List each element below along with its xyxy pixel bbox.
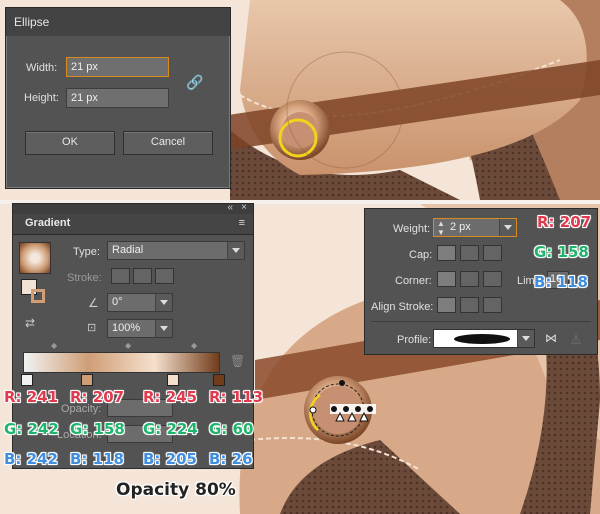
gradient-tab-label: Gradient <box>25 217 71 229</box>
stop1-r-label: R: 241 <box>4 388 59 407</box>
midpoint-icon[interactable]: ◆ <box>51 341 57 350</box>
close-panel-icon[interactable]: × <box>241 202 247 213</box>
flip-along-icon[interactable]: ⋈ <box>545 331 557 345</box>
projecting-cap-button[interactable] <box>483 245 502 261</box>
stop4-g-label: G: 60 <box>209 420 254 439</box>
width-label: Width: <box>26 62 58 74</box>
weight-value: 2 px <box>450 221 471 233</box>
gradient-swatch-thumbnail[interactable] <box>19 242 51 274</box>
delete-stop-icon[interactable]: 🗑 <box>230 354 245 368</box>
ellipse-dialog: Ellipse Width: Height: 🔗 OK Cancel <box>5 7 231 189</box>
midpoint-icon[interactable]: ◆ <box>125 341 131 350</box>
stop3-r-label: R: 245 <box>143 388 198 407</box>
stop2-r-label: R: 207 <box>70 388 125 407</box>
midpoint-icon[interactable]: ◆ <box>191 341 197 350</box>
round-join-button[interactable] <box>460 271 479 287</box>
stop2-b-label: B: 118 <box>70 450 125 469</box>
type-label: Type: <box>73 246 100 258</box>
flip-across-icon[interactable]: ⏃ <box>570 331 582 348</box>
width-profile-shape <box>454 334 510 344</box>
stroke-within-button[interactable] <box>111 268 130 284</box>
weight-select[interactable]: ▲ ▼ 2 px <box>433 218 517 237</box>
align-stroke-label: Align Stroke: <box>371 301 434 313</box>
gradient-stop[interactable] <box>81 374 93 386</box>
profile-select[interactable] <box>433 329 535 348</box>
dialog-title: Ellipse <box>14 15 50 29</box>
stop2-g-label: G: 158 <box>70 420 125 439</box>
stroke-across-button[interactable] <box>155 268 174 284</box>
opacity-note: Opacity 80% <box>116 480 236 500</box>
stroke-r-label: R: 207 <box>537 213 592 232</box>
reverse-gradient-icon[interactable]: ⇄ <box>25 316 35 330</box>
panel-header-bar: « × <box>13 202 253 214</box>
stroke-b-label: B: 118 <box>534 273 589 292</box>
dialog-titlebar: Ellipse <box>6 8 230 36</box>
gradient-stop[interactable] <box>167 374 179 386</box>
height-label: Height: <box>24 92 59 104</box>
separator <box>371 321 591 322</box>
stroke-swatch-icon[interactable] <box>31 289 45 303</box>
stop4-r-label: R: 113 <box>209 388 264 407</box>
width-field[interactable] <box>66 57 169 77</box>
round-cap-button[interactable] <box>460 245 479 261</box>
angle-icon: ∠ <box>88 296 99 310</box>
weight-stepper-icon[interactable]: ▲ ▼ <box>437 219 445 237</box>
cancel-button[interactable]: Cancel <box>123 131 213 155</box>
align-outside-button[interactable] <box>483 297 502 313</box>
constrain-proportions-icon[interactable]: 🔗 <box>186 74 203 91</box>
panel-menu-icon[interactable]: ≡ <box>239 217 245 229</box>
butt-cap-button[interactable] <box>437 245 456 261</box>
aspect-select[interactable]: 100% <box>107 319 173 338</box>
aspect-value: 100% <box>112 322 141 334</box>
collapse-icon[interactable]: « <box>227 202 233 213</box>
angle-select[interactable]: 0° <box>107 293 173 312</box>
gradient-stop[interactable] <box>21 374 33 386</box>
angle-value: 0° <box>112 296 123 308</box>
type-select[interactable]: Radial <box>107 241 245 260</box>
cap-label: Cap: <box>409 249 433 261</box>
stroke-g-label: G: 158 <box>534 243 589 262</box>
stroke-label: Stroke: <box>67 272 102 284</box>
type-value: Radial <box>112 244 144 256</box>
corner-label: Corner: <box>395 275 432 287</box>
miter-join-button[interactable] <box>437 271 456 287</box>
stop3-g-label: G: 224 <box>143 420 198 439</box>
stop4-b-label: B: 26 <box>209 450 253 469</box>
stop1-g-label: G: 242 <box>4 420 59 439</box>
ok-button[interactable]: OK <box>25 131 115 155</box>
stroke-along-button[interactable] <box>133 268 152 284</box>
gradient-slider[interactable] <box>23 352 220 373</box>
align-inside-button[interactable] <box>460 297 479 313</box>
profile-label: Profile: <box>397 334 432 346</box>
stop3-b-label: B: 205 <box>143 450 198 469</box>
align-center-button[interactable] <box>437 297 456 313</box>
aspect-ratio-icon: ⊡ <box>87 322 97 334</box>
stop1-b-label: B: 242 <box>4 450 59 469</box>
height-field[interactable] <box>66 88 169 108</box>
gradient-stop[interactable] <box>213 374 225 386</box>
weight-label: Weight: <box>393 223 431 235</box>
bevel-join-button[interactable] <box>483 271 502 287</box>
